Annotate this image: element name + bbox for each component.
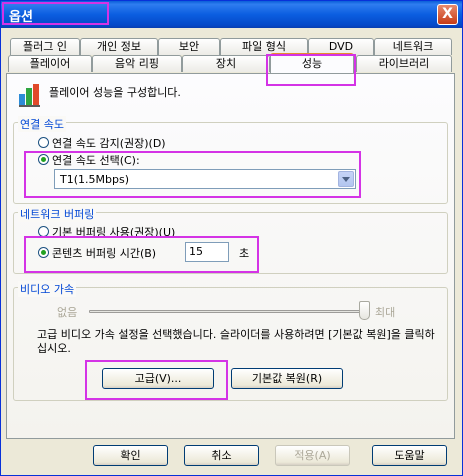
video-acceleration-slider[interactable] xyxy=(89,310,366,313)
tab-library[interactable]: 라이브러리 xyxy=(356,55,452,72)
connection-speed-select[interactable]: T1(1.5Mbps) xyxy=(54,169,356,189)
close-icon: X xyxy=(442,6,453,22)
slider-max-label: 최대 xyxy=(375,306,396,319)
video-info-text: 고급 비디오 가속 설정을 선택했습니다. 슬라이더를 사용하려면 [기본값 복… xyxy=(37,328,435,355)
close-button[interactable]: X xyxy=(437,4,458,25)
tab-privacy[interactable]: 개인 정보 xyxy=(80,38,158,55)
apply-button[interactable]: 적용(A) xyxy=(275,445,350,466)
custom-buffering-radio[interactable] xyxy=(38,247,49,258)
connection-speed-label: 연결 속도 xyxy=(18,116,66,132)
help-button[interactable]: 도움말 xyxy=(372,445,447,466)
title-bar[interactable]: 옵션 X xyxy=(1,1,462,28)
network-buffering-label: 네트워크 버퍼링 xyxy=(18,206,97,222)
network-buffering-group: 네트워크 버퍼링 xyxy=(13,206,448,274)
choose-speed-radio[interactable] xyxy=(38,154,49,165)
choose-speed-label[interactable]: 연결 속도 선택(C): xyxy=(52,152,140,168)
performance-panel: 플레이어 성능을 구성합니다. 연결 속도 연결 속도 감지(권장)(D) 연결… xyxy=(6,73,455,439)
default-buffering-radio[interactable] xyxy=(38,226,49,237)
custom-buffering-label[interactable]: 콘텐츠 버퍼링 시간(B) xyxy=(52,245,156,261)
detect-speed-label[interactable]: 연결 속도 감지(권장)(D) xyxy=(52,135,166,151)
advanced-button[interactable]: 고급(V)... xyxy=(102,368,214,389)
buffering-seconds-input[interactable]: 15 xyxy=(185,242,229,262)
chevron-down-icon[interactable] xyxy=(338,171,354,187)
tab-network[interactable]: 네트워크 xyxy=(374,38,452,55)
tab-plugins[interactable]: 플러그 인 xyxy=(10,38,80,55)
slider-thumb[interactable] xyxy=(359,301,370,320)
performance-icon xyxy=(19,84,40,107)
tab-security[interactable]: 보안 xyxy=(158,38,220,55)
connection-speed-value: T1(1.5Mbps) xyxy=(60,173,129,186)
video-acceleration-label: 비디오 가속 xyxy=(18,281,77,297)
seconds-unit-label: 초 xyxy=(239,247,250,260)
tab-player[interactable]: 플레이어 xyxy=(8,55,92,72)
tab-devices[interactable]: 장치 xyxy=(182,55,270,72)
ok-button[interactable]: 확인 xyxy=(93,445,168,466)
header-text: 플레이어 성능을 구성합니다. xyxy=(49,86,181,99)
slider-min-label: 없음 xyxy=(57,306,78,319)
default-buffering-label[interactable]: 기본 버퍼링 사용(권장)(U) xyxy=(52,224,175,240)
restore-defaults-button[interactable]: 기본값 복원(R) xyxy=(231,368,343,389)
cancel-button[interactable]: 취소 xyxy=(184,445,259,466)
tab-rip-music[interactable]: 음악 리핑 xyxy=(92,55,182,72)
detect-speed-radio[interactable] xyxy=(38,137,49,148)
window-title: 옵션 xyxy=(9,10,33,25)
tab-performance[interactable]: 성능 xyxy=(270,53,354,73)
